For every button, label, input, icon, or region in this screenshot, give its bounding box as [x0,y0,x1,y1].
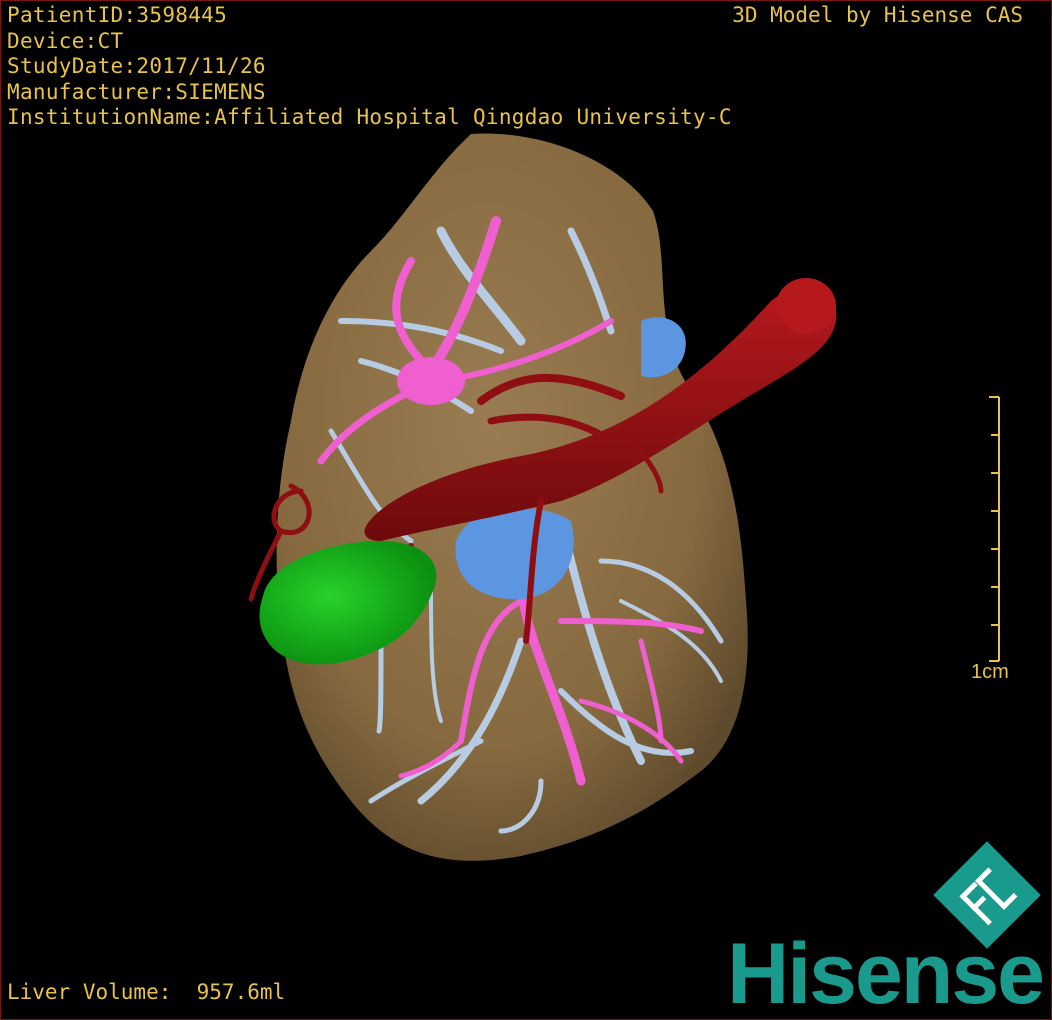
liver-volume: Liver Volume: 957.6ml [7,980,286,1004]
institution-name: InstitutionName:Affiliated Hospital Qing… [7,105,732,129]
scale-label: 1cm [971,661,1009,683]
model-credit: 3D Model by Hisense CAS [732,3,1023,27]
scale-bar [989,396,1000,662]
manufacturer: Manufacturer:SIEMENS [7,79,266,104]
portal-vein-hub [397,357,465,405]
liver-3d-model [248,133,837,861]
dicom-info: PatientID:3598445 Device:CT StudyDate:20… [7,3,732,131]
device: Device:CT [7,28,124,53]
patient-id: PatientID:3598445 [7,3,228,27]
hisense-wordmark: Hisense [727,926,1045,1020]
study-date: StudyDate:2017/11/26 [7,54,266,78]
aorta-cap [776,278,836,334]
3d-viewport[interactable]: PatientID:3598445 Device:CT StudyDate:20… [0,0,1052,1020]
vena-cava-upper [641,317,686,378]
